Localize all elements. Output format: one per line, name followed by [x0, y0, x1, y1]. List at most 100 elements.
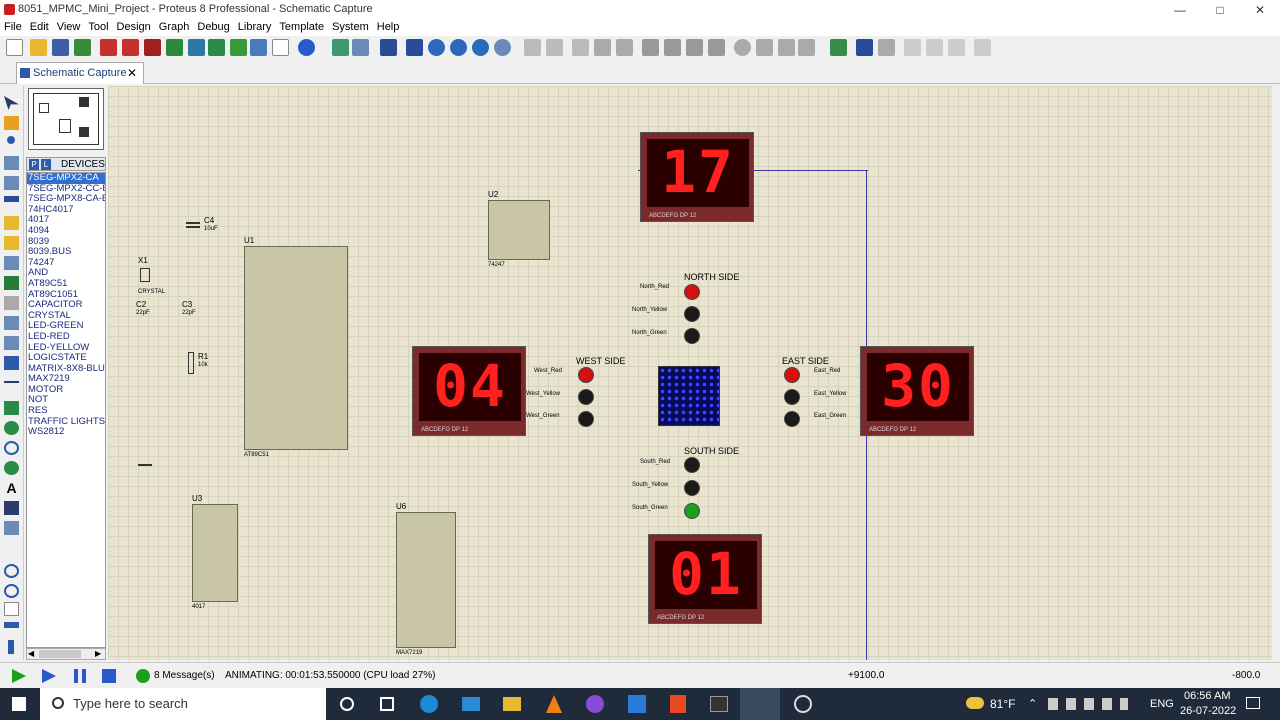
decompose-icon[interactable]	[798, 39, 815, 56]
home-icon[interactable]	[100, 39, 117, 56]
block-copy-icon[interactable]	[642, 39, 659, 56]
device-item[interactable]: 7SEG-MPX2-CA	[27, 173, 105, 184]
block-rotate-icon[interactable]	[686, 39, 703, 56]
library-manager-button[interactable]: L	[41, 159, 51, 170]
tab-close-icon[interactable]: ✕	[127, 66, 137, 80]
gerber-icon[interactable]	[208, 39, 225, 56]
circle-icon[interactable]	[4, 421, 19, 435]
block-move-icon[interactable]	[664, 39, 681, 56]
chip-icon[interactable]	[144, 39, 161, 56]
active-popup-icon[interactable]	[4, 296, 19, 310]
tray-icons[interactable]	[1048, 698, 1128, 710]
bom-icon[interactable]	[230, 39, 247, 56]
canvas-scrollbar[interactable]	[1272, 86, 1280, 660]
menu-help[interactable]: Help	[373, 20, 404, 34]
menu-template[interactable]: Template	[275, 20, 328, 34]
tab-schematic-capture[interactable]: Schematic Capture ✕	[16, 62, 144, 84]
task-view-icon[interactable]	[380, 697, 394, 711]
new-file-icon[interactable]	[6, 39, 23, 56]
open-folder-icon[interactable]	[30, 39, 47, 56]
menu-file[interactable]: File	[0, 20, 26, 34]
clock-date[interactable]: 26-07-2022	[1180, 705, 1236, 717]
scroll-thumb[interactable]	[39, 650, 81, 658]
play-button[interactable]	[12, 669, 26, 683]
overview-window[interactable]	[28, 88, 104, 150]
block-delete-icon[interactable]	[708, 39, 725, 56]
proteus-icon[interactable]	[740, 688, 780, 720]
line-icon[interactable]	[4, 381, 19, 383]
vscode-icon[interactable]	[628, 695, 646, 713]
pcb-icon[interactable]	[166, 39, 183, 56]
make-device-icon[interactable]	[756, 39, 773, 56]
minimize-button[interactable]: —	[1160, 0, 1200, 20]
instrument-icon[interactable]	[4, 356, 19, 370]
notification-icon[interactable]	[1246, 697, 1260, 709]
close-button[interactable]: ✕	[1240, 0, 1280, 20]
pan-icon[interactable]	[406, 39, 423, 56]
maximize-button[interactable]: □	[1200, 0, 1240, 20]
bus-icon[interactable]	[4, 196, 19, 202]
tray-chevron-icon[interactable]: ⌃	[1028, 697, 1037, 710]
import-icon[interactable]	[74, 39, 91, 56]
symbol-icon[interactable]	[4, 501, 19, 515]
step-button[interactable]	[42, 669, 56, 683]
menu-tool[interactable]: Tool	[84, 20, 112, 34]
path-icon[interactable]	[4, 461, 19, 475]
property-tool-icon[interactable]	[878, 39, 895, 56]
vlc-icon[interactable]	[546, 695, 562, 713]
zoom-in-icon[interactable]	[428, 39, 445, 56]
netlist-icon[interactable]	[948, 39, 965, 56]
component-mode-icon[interactable]	[4, 116, 19, 130]
terminals-icon[interactable]	[4, 236, 19, 250]
mail-icon[interactable]	[462, 697, 480, 711]
mirror-horizontal-icon[interactable]	[4, 622, 19, 628]
file-explorer-icon[interactable]	[503, 697, 521, 711]
undo-icon[interactable]	[524, 39, 541, 56]
text-script-icon[interactable]	[4, 176, 19, 190]
edge-icon[interactable]	[420, 695, 438, 713]
pick-from-library-button[interactable]: P	[29, 159, 39, 170]
start-icon[interactable]	[12, 697, 26, 711]
marker-icon[interactable]	[4, 521, 19, 535]
menu-design[interactable]: Design	[113, 20, 155, 34]
wire-autorouter-icon[interactable]	[830, 39, 847, 56]
graph-icon[interactable]	[4, 276, 19, 290]
search-tag-icon[interactable]	[856, 39, 873, 56]
scroll-left-icon[interactable]: ◀	[28, 649, 34, 658]
message-icon[interactable]	[136, 669, 150, 683]
device-item[interactable]: WS2812	[27, 427, 105, 438]
rotation-angle-field[interactable]	[4, 602, 19, 616]
arc-icon[interactable]	[4, 441, 19, 455]
remove-sheet-icon[interactable]	[926, 39, 943, 56]
menu-graph[interactable]: Graph	[155, 20, 194, 34]
pause-button[interactable]	[74, 669, 86, 683]
mirror-vertical-icon[interactable]	[8, 640, 14, 654]
device-pins-icon[interactable]	[4, 256, 19, 270]
device-item[interactable]: LED-RED	[27, 331, 105, 343]
message-count[interactable]: 8 Message(s)	[154, 670, 215, 681]
terminal-icon[interactable]	[710, 696, 728, 712]
brave-icon[interactable]	[670, 695, 686, 713]
menu-debug[interactable]: Debug	[193, 20, 233, 34]
grid-icon[interactable]	[352, 39, 369, 56]
device-list-scrollbar[interactable]: ◀ ▶	[26, 648, 106, 660]
design-explorer-icon[interactable]	[974, 39, 991, 56]
probe-icon[interactable]	[4, 336, 19, 350]
menu-edit[interactable]: Edit	[26, 20, 53, 34]
device-item[interactable]: AT89C51	[27, 278, 105, 290]
generator-icon[interactable]	[4, 316, 19, 330]
menu-system[interactable]: System	[328, 20, 373, 34]
text-icon[interactable]: A	[4, 481, 19, 495]
weather-temp[interactable]: 81°F	[990, 697, 1015, 711]
rotate-anticlockwise-icon[interactable]	[4, 584, 19, 598]
zoom-area-icon[interactable]	[494, 39, 511, 56]
menu-view[interactable]: View	[53, 20, 85, 34]
package-tool-icon[interactable]	[778, 39, 795, 56]
copy-icon[interactable]	[594, 39, 611, 56]
clock-time[interactable]: 06:56 AM	[1184, 690, 1230, 702]
scroll-right-icon[interactable]: ▶	[95, 649, 101, 658]
source-icon[interactable]	[250, 39, 267, 56]
stop-button[interactable]	[102, 669, 116, 683]
help-icon[interactable]	[298, 39, 315, 56]
redo-icon[interactable]	[546, 39, 563, 56]
